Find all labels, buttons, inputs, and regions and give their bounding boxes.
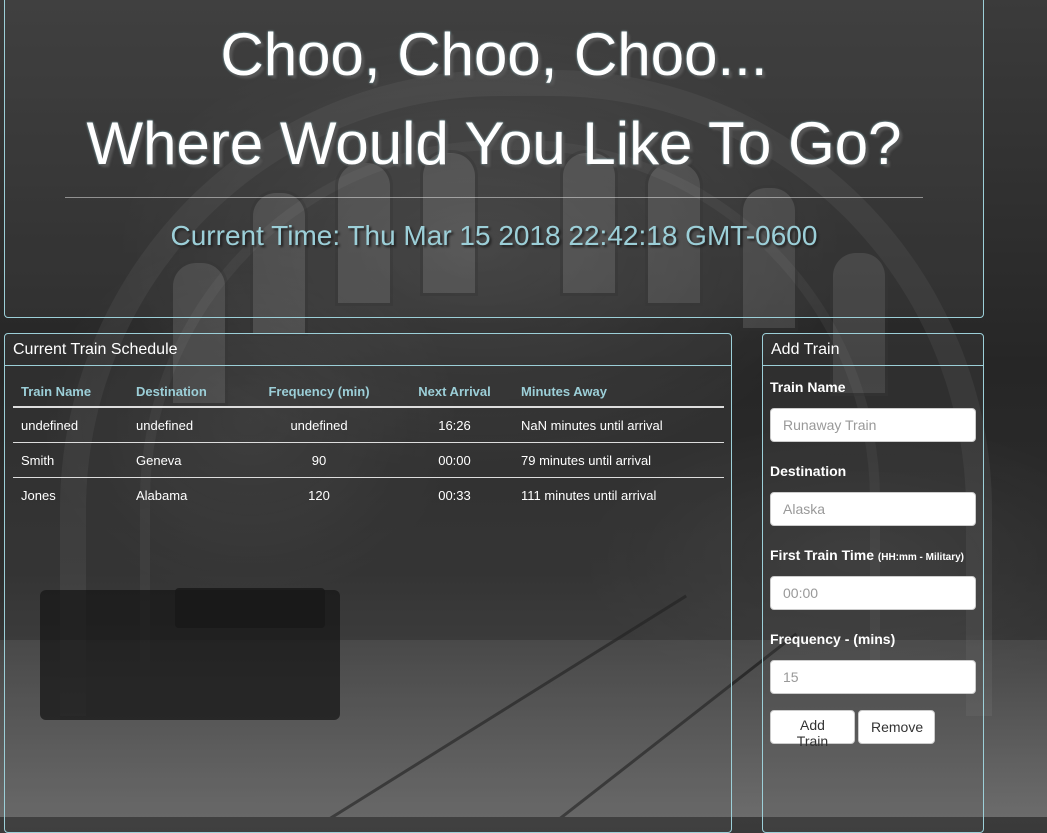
destination-label: Destination — [770, 463, 847, 479]
column-header-next-arrival: Next Arrival — [396, 376, 513, 408]
cell-next-arrival: 00:33 — [396, 477, 513, 512]
first-train-time-label: First Train Time — [770, 547, 874, 563]
cell-frequency: undefined — [290, 417, 348, 433]
add-train-button[interactable]: Add Train — [770, 710, 855, 749]
remove-button[interactable]: Remove — [858, 710, 935, 744]
page-title-line2: Where Would You Like To Go? — [86, 110, 902, 177]
add-train-panel: Add Train Train Name Destination First T… — [762, 333, 984, 833]
cell-destination: Geneva — [128, 442, 242, 478]
cell-destination: undefined — [136, 417, 194, 433]
frequency-label: Frequency - (mins) — [770, 631, 896, 647]
cell-minutes-away: NaN minutes until arrival — [521, 417, 663, 433]
train-name-label: Train Name — [770, 379, 846, 395]
page-title-line1: Choo, Choo, Choo... — [220, 21, 768, 88]
first-train-time-input[interactable] — [770, 576, 976, 610]
train-schedule-panel: Current Train Schedule Train Name Destin… — [4, 333, 732, 833]
cell-train-name: undefined — [21, 417, 79, 433]
column-header-minutes-away: Minutes Away — [513, 376, 724, 408]
cell-next-arrival: 16:26 — [438, 417, 471, 433]
frequency-input[interactable] — [770, 660, 976, 694]
table-header-row: Train Name Destination Frequency (min) N… — [13, 376, 724, 408]
cell-train-name: Jones — [13, 477, 128, 512]
header-divider — [65, 197, 923, 198]
cell-train-name: Smith — [13, 442, 128, 478]
add-train-heading: Add Train — [763, 334, 983, 366]
column-header-train-name: Train Name — [13, 376, 128, 408]
cell-frequency: 120 — [242, 477, 396, 512]
table-row: undefined undefined undefined 16:26 NaN … — [13, 407, 724, 443]
cell-minutes-away: 111 minutes until arrival — [513, 477, 724, 512]
cell-next-arrival: 00:00 — [396, 442, 513, 478]
schedule-panel-heading: Current Train Schedule — [5, 334, 731, 366]
table-row: Smith Geneva 90 00:00 79 minutes until a… — [13, 442, 724, 478]
table-row: Jones Alabama 120 00:33 111 minutes unti… — [13, 477, 724, 512]
destination-input[interactable] — [770, 492, 976, 526]
train-name-input[interactable] — [770, 408, 976, 442]
cell-minutes-away: 79 minutes until arrival — [513, 442, 724, 478]
cell-destination: Alabama — [128, 477, 242, 512]
train-schedule-table: Train Name Destination Frequency (min) N… — [13, 376, 724, 512]
column-header-destination: Destination — [128, 376, 242, 408]
header-jumbotron: Choo, Choo, Choo... Where Would You Like… — [4, 0, 984, 318]
cell-frequency: 90 — [242, 442, 396, 478]
column-header-frequency: Frequency (min) — [242, 376, 396, 408]
first-train-time-hint: (HH:mm - Military) — [877, 552, 965, 563]
current-time: Current Time: Thu Mar 15 2018 22:42:18 G… — [170, 220, 818, 251]
first-train-time-label-group: First Train Time (HH:mm - Military) — [770, 547, 964, 563]
